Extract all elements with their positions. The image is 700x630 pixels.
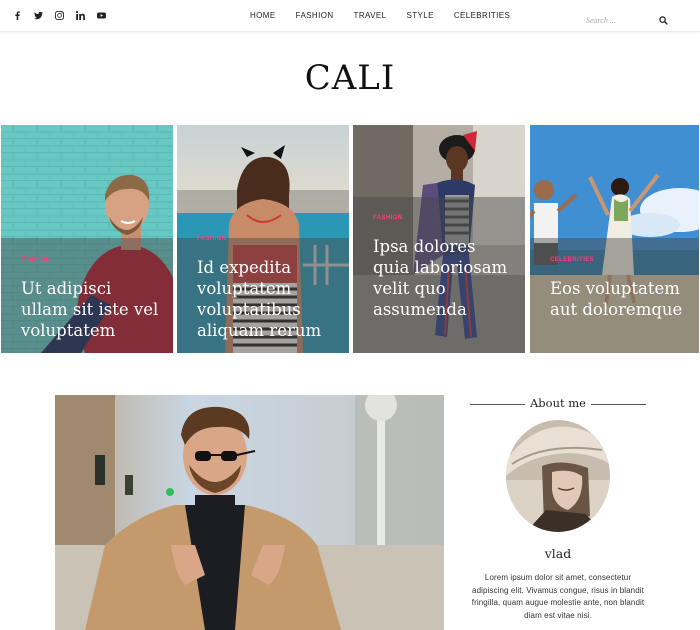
nav-home[interactable]: HOME — [250, 11, 276, 20]
featured-card-2[interactable]: FASHION Id expedita voluptatem voluptati… — [177, 125, 349, 353]
heading-divider-right — [591, 404, 646, 405]
nav-style[interactable]: STYLE — [406, 11, 433, 20]
top-bar: HOME FASHION TRAVEL STYLE CELEBRITIES — [0, 0, 700, 32]
featured-title-2[interactable]: Id expedita voluptatem voluptatibus aliq… — [197, 257, 337, 341]
avatar — [506, 420, 610, 532]
social-links — [12, 10, 106, 20]
twitter-icon[interactable] — [33, 10, 43, 20]
about-title: About me — [530, 396, 586, 410]
author-name: vlad — [544, 546, 572, 561]
featured-card-3[interactable]: FASHION Ipsa dolores quia laboriosam vel… — [353, 125, 525, 353]
site-logo[interactable]: CALI — [0, 58, 700, 98]
search-input[interactable] — [586, 16, 650, 25]
youtube-icon[interactable] — [96, 10, 106, 20]
nav-celebrities[interactable]: CELEBRITIES — [454, 11, 510, 20]
featured-title-3[interactable]: Ipsa dolores quia laboriosam velit quo a… — [373, 236, 513, 320]
category-label-4[interactable]: CELEBRITIES — [550, 257, 594, 263]
featured-card-1[interactable]: FASHION Ut adipisci ullam sit iste vel v… — [1, 125, 173, 353]
about-heading: About me — [470, 396, 646, 412]
linkedin-icon[interactable] — [75, 10, 85, 20]
author-bio: Lorem ipsum dolor sit amet, consectetur … — [471, 573, 645, 620]
main-nav: HOME FASHION TRAVEL STYLE CELEBRITIES — [250, 11, 530, 20]
featured-title-1[interactable]: Ut adipisci ullam sit iste vel voluptate… — [21, 278, 161, 341]
category-label-2[interactable]: FASHION — [197, 236, 226, 242]
facebook-icon[interactable] — [12, 10, 22, 20]
category-label-3[interactable]: FASHION — [373, 215, 402, 221]
featured-title-4[interactable]: Eos voluptatem aut doloremque — [550, 278, 687, 320]
search-icon[interactable] — [659, 12, 668, 25]
instagram-icon[interactable] — [54, 10, 64, 20]
featured-card-4[interactable]: CELEBRITIES Eos voluptatem aut doloremqu… — [530, 125, 699, 353]
search-box — [586, 10, 668, 25]
main-post-image[interactable] — [55, 395, 444, 630]
nav-fashion[interactable]: FASHION — [296, 11, 334, 20]
nav-travel[interactable]: TRAVEL — [354, 11, 387, 20]
category-label-1[interactable]: FASHION — [21, 257, 50, 263]
